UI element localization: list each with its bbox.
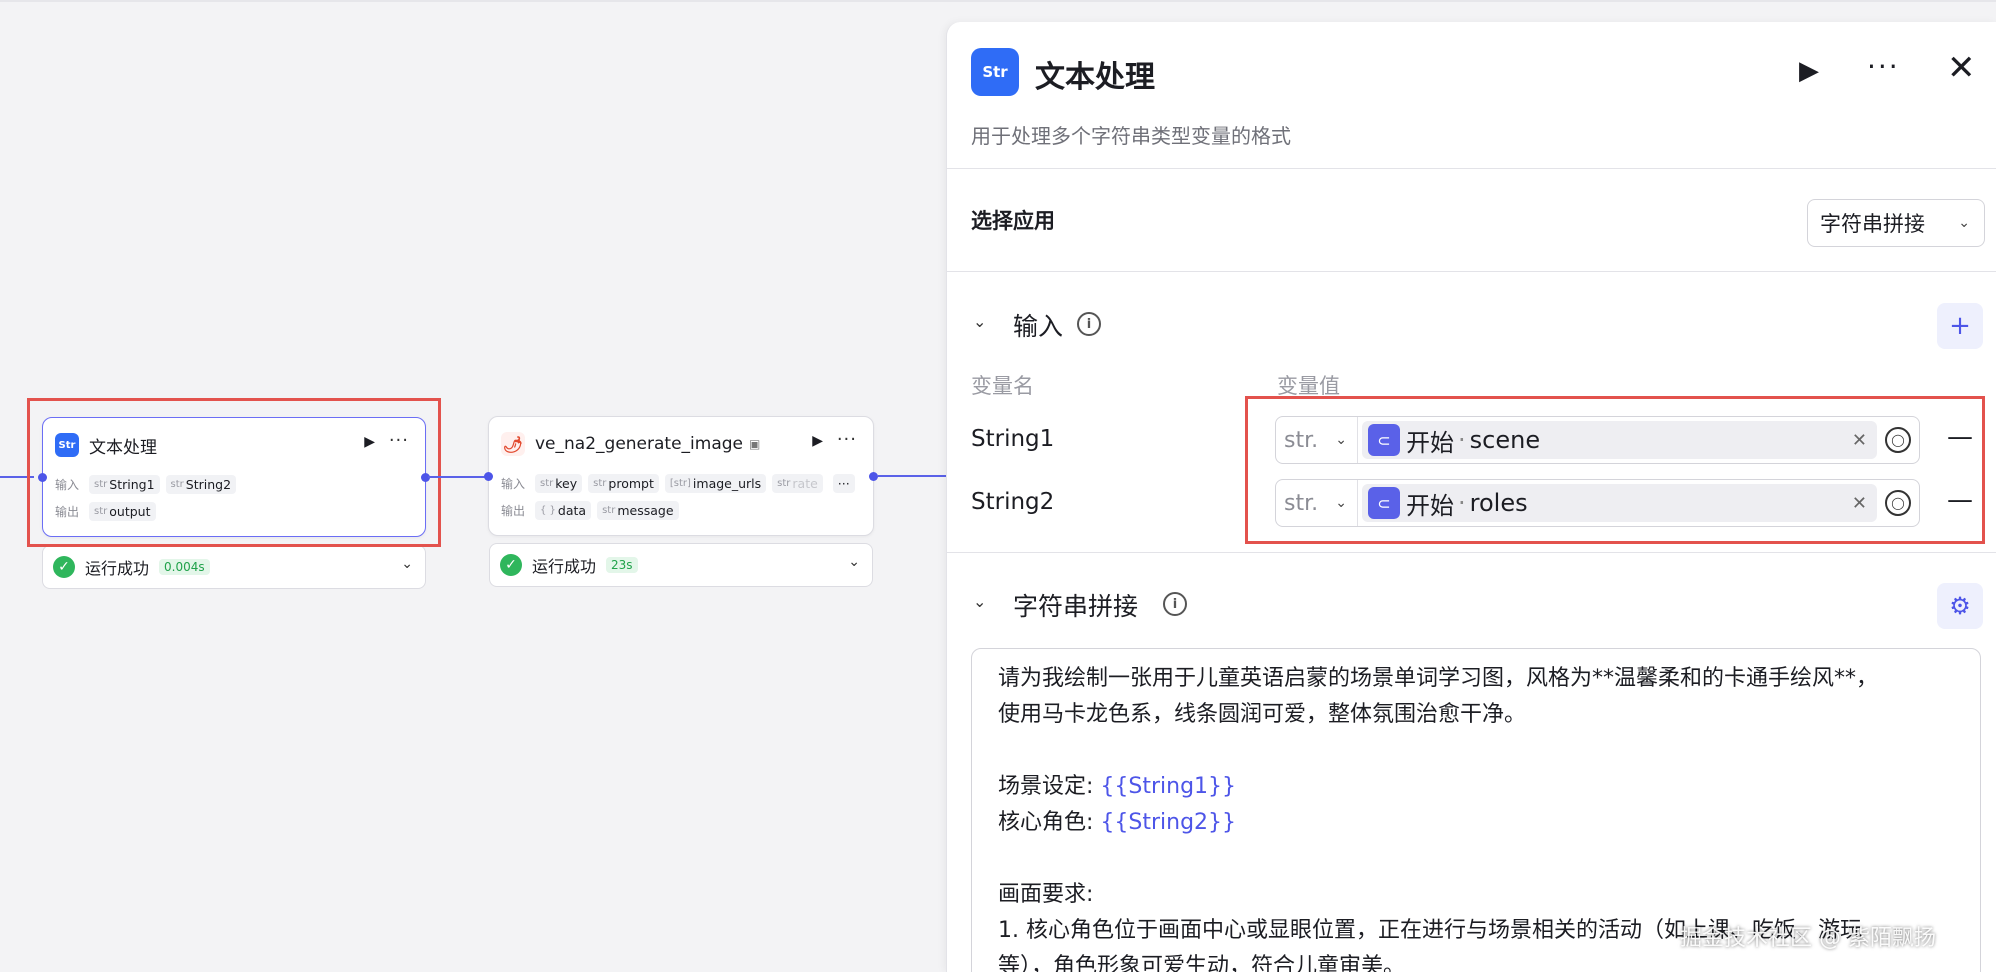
check-icon: ✓: [500, 554, 522, 576]
more-icon[interactable]: ···: [837, 429, 857, 450]
run-status-generate-image[interactable]: ✓ 运行成功 23s ⌄: [489, 543, 873, 587]
template-line: [998, 841, 1954, 877]
template-line: [998, 733, 1954, 769]
concat-settings-button[interactable]: ⚙: [1937, 583, 1983, 629]
chevron-down-icon: ⌄: [1958, 215, 1970, 231]
more-options-button[interactable]: ···: [1867, 50, 1900, 83]
watermark: 掘金技术社区 @ 紫陌飘扬: [1680, 926, 1936, 951]
add-variable-button[interactable]: +: [1937, 303, 1983, 349]
node-generate-image[interactable]: 🌶 ve_na2_generate_image ▣ ▶ ··· 输入 str ke…: [488, 416, 874, 536]
output-tag-message: str message: [597, 500, 679, 520]
string-icon: Str: [971, 48, 1019, 96]
collapse-concat-chevron[interactable]: ⌄: [973, 592, 986, 611]
template-line-scene: 场景设定: {{String1}}: [998, 774, 1237, 799]
chevron-down-icon[interactable]: ⌄: [401, 556, 413, 572]
chevron-down-icon[interactable]: ⌄: [848, 554, 860, 570]
divider: [947, 168, 1996, 169]
output-tag-data: { } data: [535, 500, 592, 520]
info-icon[interactable]: i: [1077, 312, 1101, 336]
template-line: 等），角色形象可爱生动，符合儿童审美。: [998, 954, 1406, 972]
select-app-value: 字符串拼接: [1820, 212, 1925, 236]
status-time-badge: 0.004s: [159, 559, 210, 575]
check-icon: ✓: [53, 556, 75, 578]
input-section-title: 输入: [1013, 312, 1064, 341]
divider: [947, 552, 1996, 553]
col-var-name: 变量名: [971, 374, 1034, 398]
run-button[interactable]: ▶: [1799, 56, 1819, 86]
collapse-input-chevron[interactable]: ⌄: [973, 312, 986, 331]
node-config-panel: Str 文本处理 ▶ ··· ✕ 用于处理多个字符串类型变量的格式 选择应用 字…: [946, 22, 1996, 972]
template-line: 画面要求:: [998, 882, 1094, 907]
template-line-roles: 核心角色: {{String2}}: [998, 810, 1237, 835]
status-time-badge: 23s: [606, 557, 638, 573]
node-input-port[interactable]: [484, 472, 493, 481]
pepper-icon: 🌶: [501, 432, 525, 456]
template-line: 请为我绘制一张用于儿童英语启蒙的场景单词学习图，风格为**温馨柔和的卡通手绘风*…: [998, 666, 1879, 691]
highlight-box-node: [27, 398, 441, 547]
template-var-string1: {{String1}}: [1100, 774, 1237, 799]
input-tag-key: str key: [535, 473, 583, 493]
run-status-text-process[interactable]: ✓ 运行成功 0.004s ⌄: [42, 545, 426, 589]
play-icon[interactable]: ▶: [812, 433, 823, 449]
status-text: 运行成功: [532, 557, 597, 576]
edge-out: [878, 475, 946, 477]
select-app-dropdown[interactable]: 字符串拼接 ⌄: [1807, 199, 1985, 247]
image-icon: ▣: [749, 437, 761, 451]
edge-1-2: [428, 476, 488, 478]
var-name-string1: String1: [971, 426, 1055, 452]
select-app-label: 选择应用: [971, 209, 1055, 233]
output-label: 输出: [501, 503, 526, 518]
panel-title: 文本处理: [1035, 60, 1155, 95]
status-text: 运行成功: [85, 559, 150, 578]
panel-description: 用于处理多个字符串类型变量的格式: [971, 124, 1291, 148]
node-title: ve_na2_generate_image: [535, 434, 743, 454]
var-name-string2: String2: [971, 489, 1055, 515]
close-button[interactable]: ✕: [1947, 48, 1976, 88]
concat-section-title: 字符串拼接: [1013, 592, 1139, 621]
node-output-port[interactable]: [869, 472, 878, 481]
more-inputs-button[interactable]: ···: [832, 473, 855, 493]
input-tag-image-urls: [str] image_urls: [664, 473, 767, 493]
input-label: 输入: [501, 476, 526, 491]
template-var-string2: {{String2}}: [1100, 810, 1237, 835]
input-tag-prompt: str prompt: [588, 473, 659, 493]
highlight-box-variables: [1245, 396, 1985, 544]
input-tag-rate: str rate: [772, 473, 823, 493]
template-line: 使用马卡龙色系，线条圆润可爱，整体氛围治愈干净。: [998, 702, 1527, 727]
divider: [947, 271, 1996, 272]
info-icon[interactable]: i: [1163, 592, 1187, 616]
